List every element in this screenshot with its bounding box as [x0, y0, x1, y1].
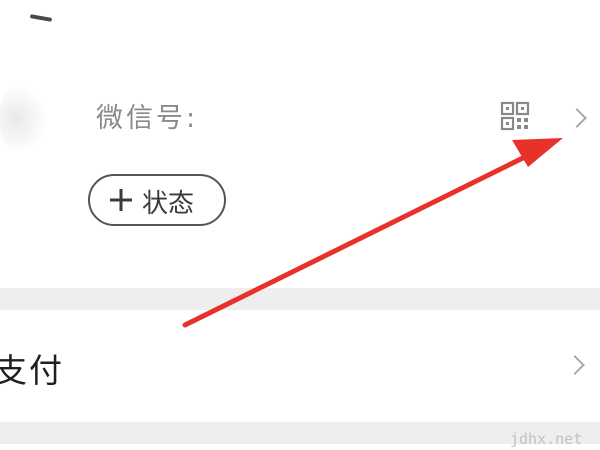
annotation-arrow — [182, 138, 563, 328]
